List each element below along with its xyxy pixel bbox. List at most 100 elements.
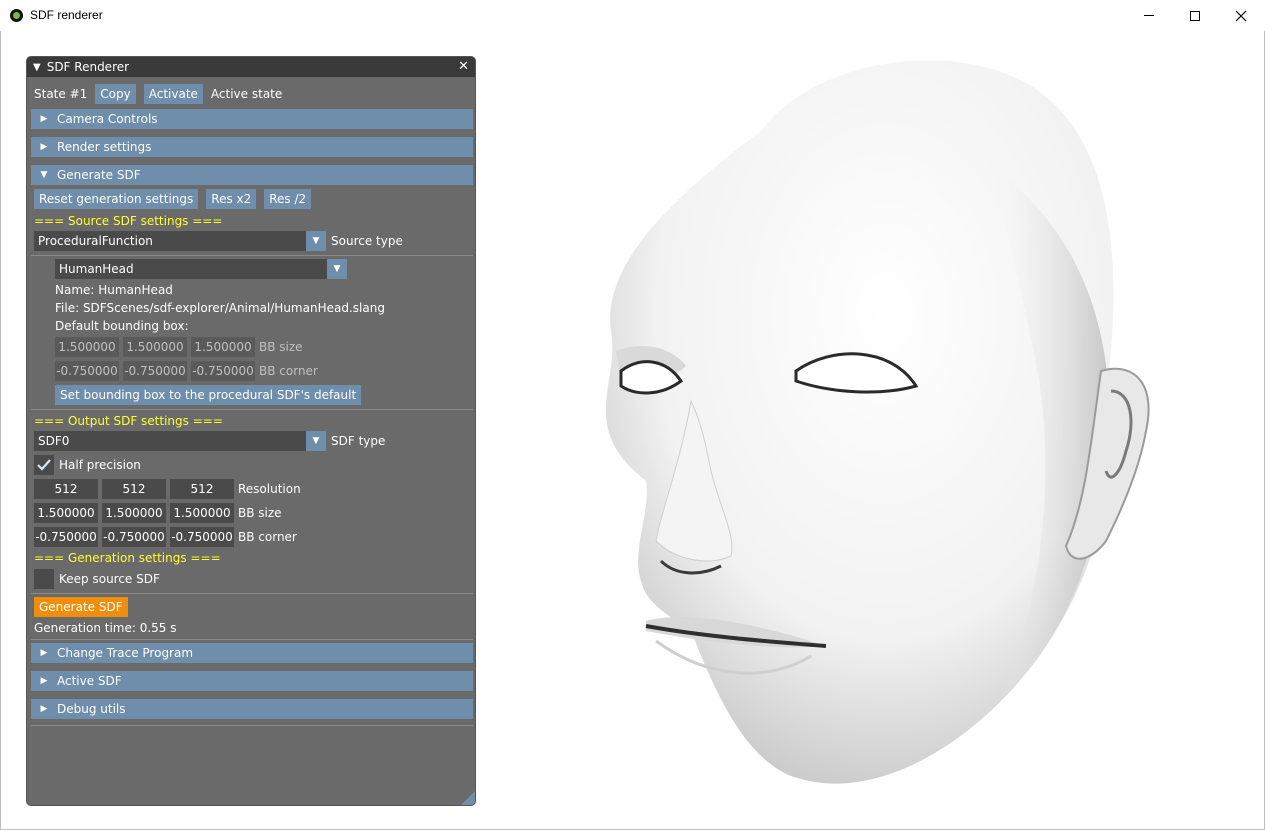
generate-row: Generate SDF (34, 597, 128, 617)
default-bb-size-x: 1.500000 (55, 337, 119, 357)
expand-arrow-icon: ▶ (40, 676, 48, 686)
source-type-label: Source type (331, 234, 403, 248)
default-bb-corner-label: BB corner (259, 364, 318, 378)
minimize-button[interactable] (1126, 0, 1172, 31)
source-type-combo[interactable]: ProceduralFunction ▼ (34, 231, 326, 251)
output-section-title: === Output SDF settings === (34, 414, 223, 428)
half-precision-row: Half precision (34, 455, 141, 475)
activate-button[interactable]: Activate (143, 84, 203, 104)
maximize-button[interactable] (1172, 0, 1218, 31)
resolution-row: 512 512 512 Resolution (34, 479, 301, 499)
separator (31, 725, 473, 726)
default-bb-size-row: 1.500000 1.500000 1.500000 BB size (55, 337, 303, 357)
separator (31, 255, 473, 256)
generation-time-text: Generation time: 0.55 s (34, 621, 177, 635)
bb-corner-x-field[interactable]: -0.750000 (34, 527, 98, 547)
collapse-panel-icon[interactable]: ▼ (33, 62, 41, 73)
bb-corner-label: BB corner (238, 530, 297, 544)
header-generate-sdf[interactable]: ▼ Generate SDF (31, 165, 473, 185)
resolution-y-field[interactable]: 512 (102, 479, 166, 499)
title-bar: SDF renderer (0, 0, 1265, 31)
sdf-type-combo[interactable]: SDF0 ▼ (34, 431, 326, 451)
procedural-function-combo[interactable]: HumanHead ▼ (55, 259, 347, 279)
default-bb-size-z: 1.500000 (191, 337, 255, 357)
half-precision-checkbox[interactable] (34, 455, 54, 475)
function-row: HumanHead ▼ (55, 259, 347, 279)
function-file-text: File: SDFScenes/sdf-explorer/Animal/Huma… (55, 301, 385, 315)
default-bb-corner-x: -0.750000 (55, 361, 119, 381)
output-bb-size-row: 1.500000 1.500000 1.500000 BB size (34, 503, 282, 523)
source-section-title: === Source SDF settings === (34, 214, 223, 228)
bb-corner-z-field[interactable]: -0.750000 (170, 527, 234, 547)
separator (31, 593, 473, 594)
generate-sdf-button[interactable]: Generate SDF (34, 597, 128, 617)
resolution-z-field[interactable]: 512 (170, 479, 234, 499)
minimize-icon (1144, 15, 1154, 16)
expand-arrow-icon: ▶ (40, 704, 48, 714)
keep-source-checkbox[interactable] (34, 569, 54, 589)
sdf-type-value: SDF0 (38, 434, 70, 448)
resize-grip[interactable] (461, 791, 475, 805)
expand-arrow-icon: ▶ (40, 648, 48, 658)
header-label: Debug utils (57, 702, 126, 716)
maximize-icon (1190, 10, 1200, 21)
dropdown-arrow-icon: ▼ (306, 431, 326, 451)
separator (31, 639, 473, 640)
panel-title-bar[interactable]: ▼ SDF Renderer ✕ (27, 57, 475, 77)
res-x2-button[interactable]: Res x2 (206, 189, 257, 209)
app-icon (10, 9, 23, 22)
active-state-label: Active state (210, 87, 283, 101)
bb-size-z-field[interactable]: 1.500000 (170, 503, 234, 523)
generation-buttons-row: Reset generation settings Res x2 Res /2 (34, 189, 312, 209)
expand-arrow-icon: ▶ (40, 142, 48, 152)
generation-section-title: === Generation settings === (34, 551, 221, 565)
half-precision-label: Half precision (59, 458, 141, 472)
default-bb-label: Default bounding box: (55, 319, 189, 333)
collapse-arrow-icon: ▼ (40, 170, 48, 180)
source-type-row: ProceduralFunction ▼ Source type (34, 231, 403, 251)
output-bb-corner-row: -0.750000 -0.750000 -0.750000 BB corner (34, 527, 297, 547)
keep-source-row: Keep source SDF (34, 569, 160, 589)
header-label: Camera Controls (57, 112, 158, 126)
close-icon (1235, 10, 1247, 21)
res-half-button[interactable]: Res /2 (264, 189, 312, 209)
bb-size-x-field[interactable]: 1.500000 (34, 503, 98, 523)
separator (31, 409, 473, 410)
set-bounding-box-button[interactable]: Set bounding box to the procedural SDF's… (55, 385, 362, 405)
resolution-x-field[interactable]: 512 (34, 479, 98, 499)
default-bb-size-label: BB size (259, 340, 303, 354)
dropdown-arrow-icon: ▼ (306, 231, 326, 251)
dropdown-arrow-icon: ▼ (327, 259, 347, 279)
checkmark-icon (37, 459, 51, 471)
sdf-type-label: SDF type (331, 434, 386, 448)
function-value: HumanHead (59, 262, 134, 276)
header-label: Render settings (57, 140, 152, 154)
header-camera-controls[interactable]: ▶ Camera Controls (31, 109, 473, 129)
rendered-head-image (606, 60, 1150, 784)
source-type-value: ProceduralFunction (38, 234, 153, 248)
bb-size-y-field[interactable]: 1.500000 (102, 503, 166, 523)
function-name-text: Name: HumanHead (55, 283, 173, 297)
header-active-sdf[interactable]: ▶ Active SDF (31, 671, 473, 691)
default-bb-corner-y: -0.750000 (123, 361, 187, 381)
header-debug-utils[interactable]: ▶ Debug utils (31, 699, 473, 719)
bb-corner-y-field[interactable]: -0.750000 (102, 527, 166, 547)
sdf-type-row: SDF0 ▼ SDF type (34, 431, 385, 451)
default-bb-size-y: 1.500000 (123, 337, 187, 357)
state-row: State #1 Copy Activate Active state (34, 84, 282, 104)
expand-arrow-icon: ▶ (40, 114, 48, 124)
header-label: Change Trace Program (57, 646, 194, 660)
header-label: Generate SDF (57, 168, 141, 182)
window-title: SDF renderer (30, 8, 103, 22)
sdf-renderer-panel: ▼ SDF Renderer ✕ State #1 Copy Activate … (26, 56, 476, 806)
close-window-button[interactable] (1218, 0, 1264, 31)
resolution-label: Resolution (238, 482, 301, 496)
reset-generation-settings-button[interactable]: Reset generation settings (34, 189, 199, 209)
state-label: State #1 (34, 87, 88, 101)
set-bb-row: Set bounding box to the procedural SDF's… (55, 385, 362, 405)
header-render-settings[interactable]: ▶ Render settings (31, 137, 473, 157)
default-bb-corner-row: -0.750000 -0.750000 -0.750000 BB corner (55, 361, 318, 381)
header-change-trace-program[interactable]: ▶ Change Trace Program (31, 643, 473, 663)
close-panel-icon[interactable]: ✕ (458, 59, 469, 74)
copy-button[interactable]: Copy (95, 84, 136, 104)
